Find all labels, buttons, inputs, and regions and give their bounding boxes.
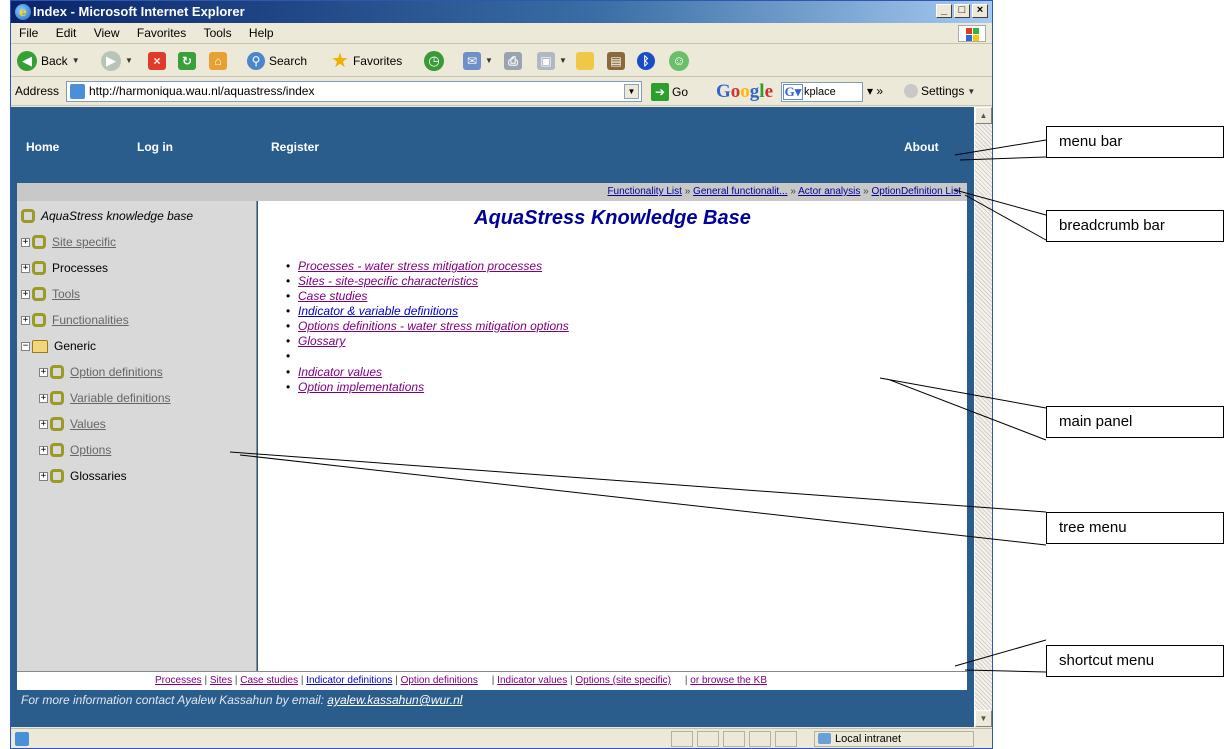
callout-line-main-panel <box>889 379 1047 441</box>
callout-line-main-panel <box>879 377 1047 409</box>
callout-line-menu-bar <box>954 139 1047 156</box>
callout-line-breadcrumb <box>954 189 1047 216</box>
callout-line-tree-menu <box>239 454 1047 546</box>
callout-tree-menu: tree menu <box>1046 512 1224 544</box>
callout-line-shortcut <box>964 669 1047 673</box>
callout-breadcrumb-bar: breadcrumb bar <box>1046 210 1224 242</box>
callout-main-panel: main panel <box>1046 406 1224 438</box>
callout-line-shortcut <box>954 639 1047 667</box>
callout-line-breadcrumb <box>964 194 1047 241</box>
callout-line-menu-bar <box>959 156 1047 161</box>
callout-menu-bar: menu bar <box>1046 126 1224 158</box>
callout-line-tree-menu <box>229 451 1047 513</box>
callout-lines <box>229 139 1047 673</box>
callout-shortcut-menu: shortcut menu <box>1046 645 1224 677</box>
